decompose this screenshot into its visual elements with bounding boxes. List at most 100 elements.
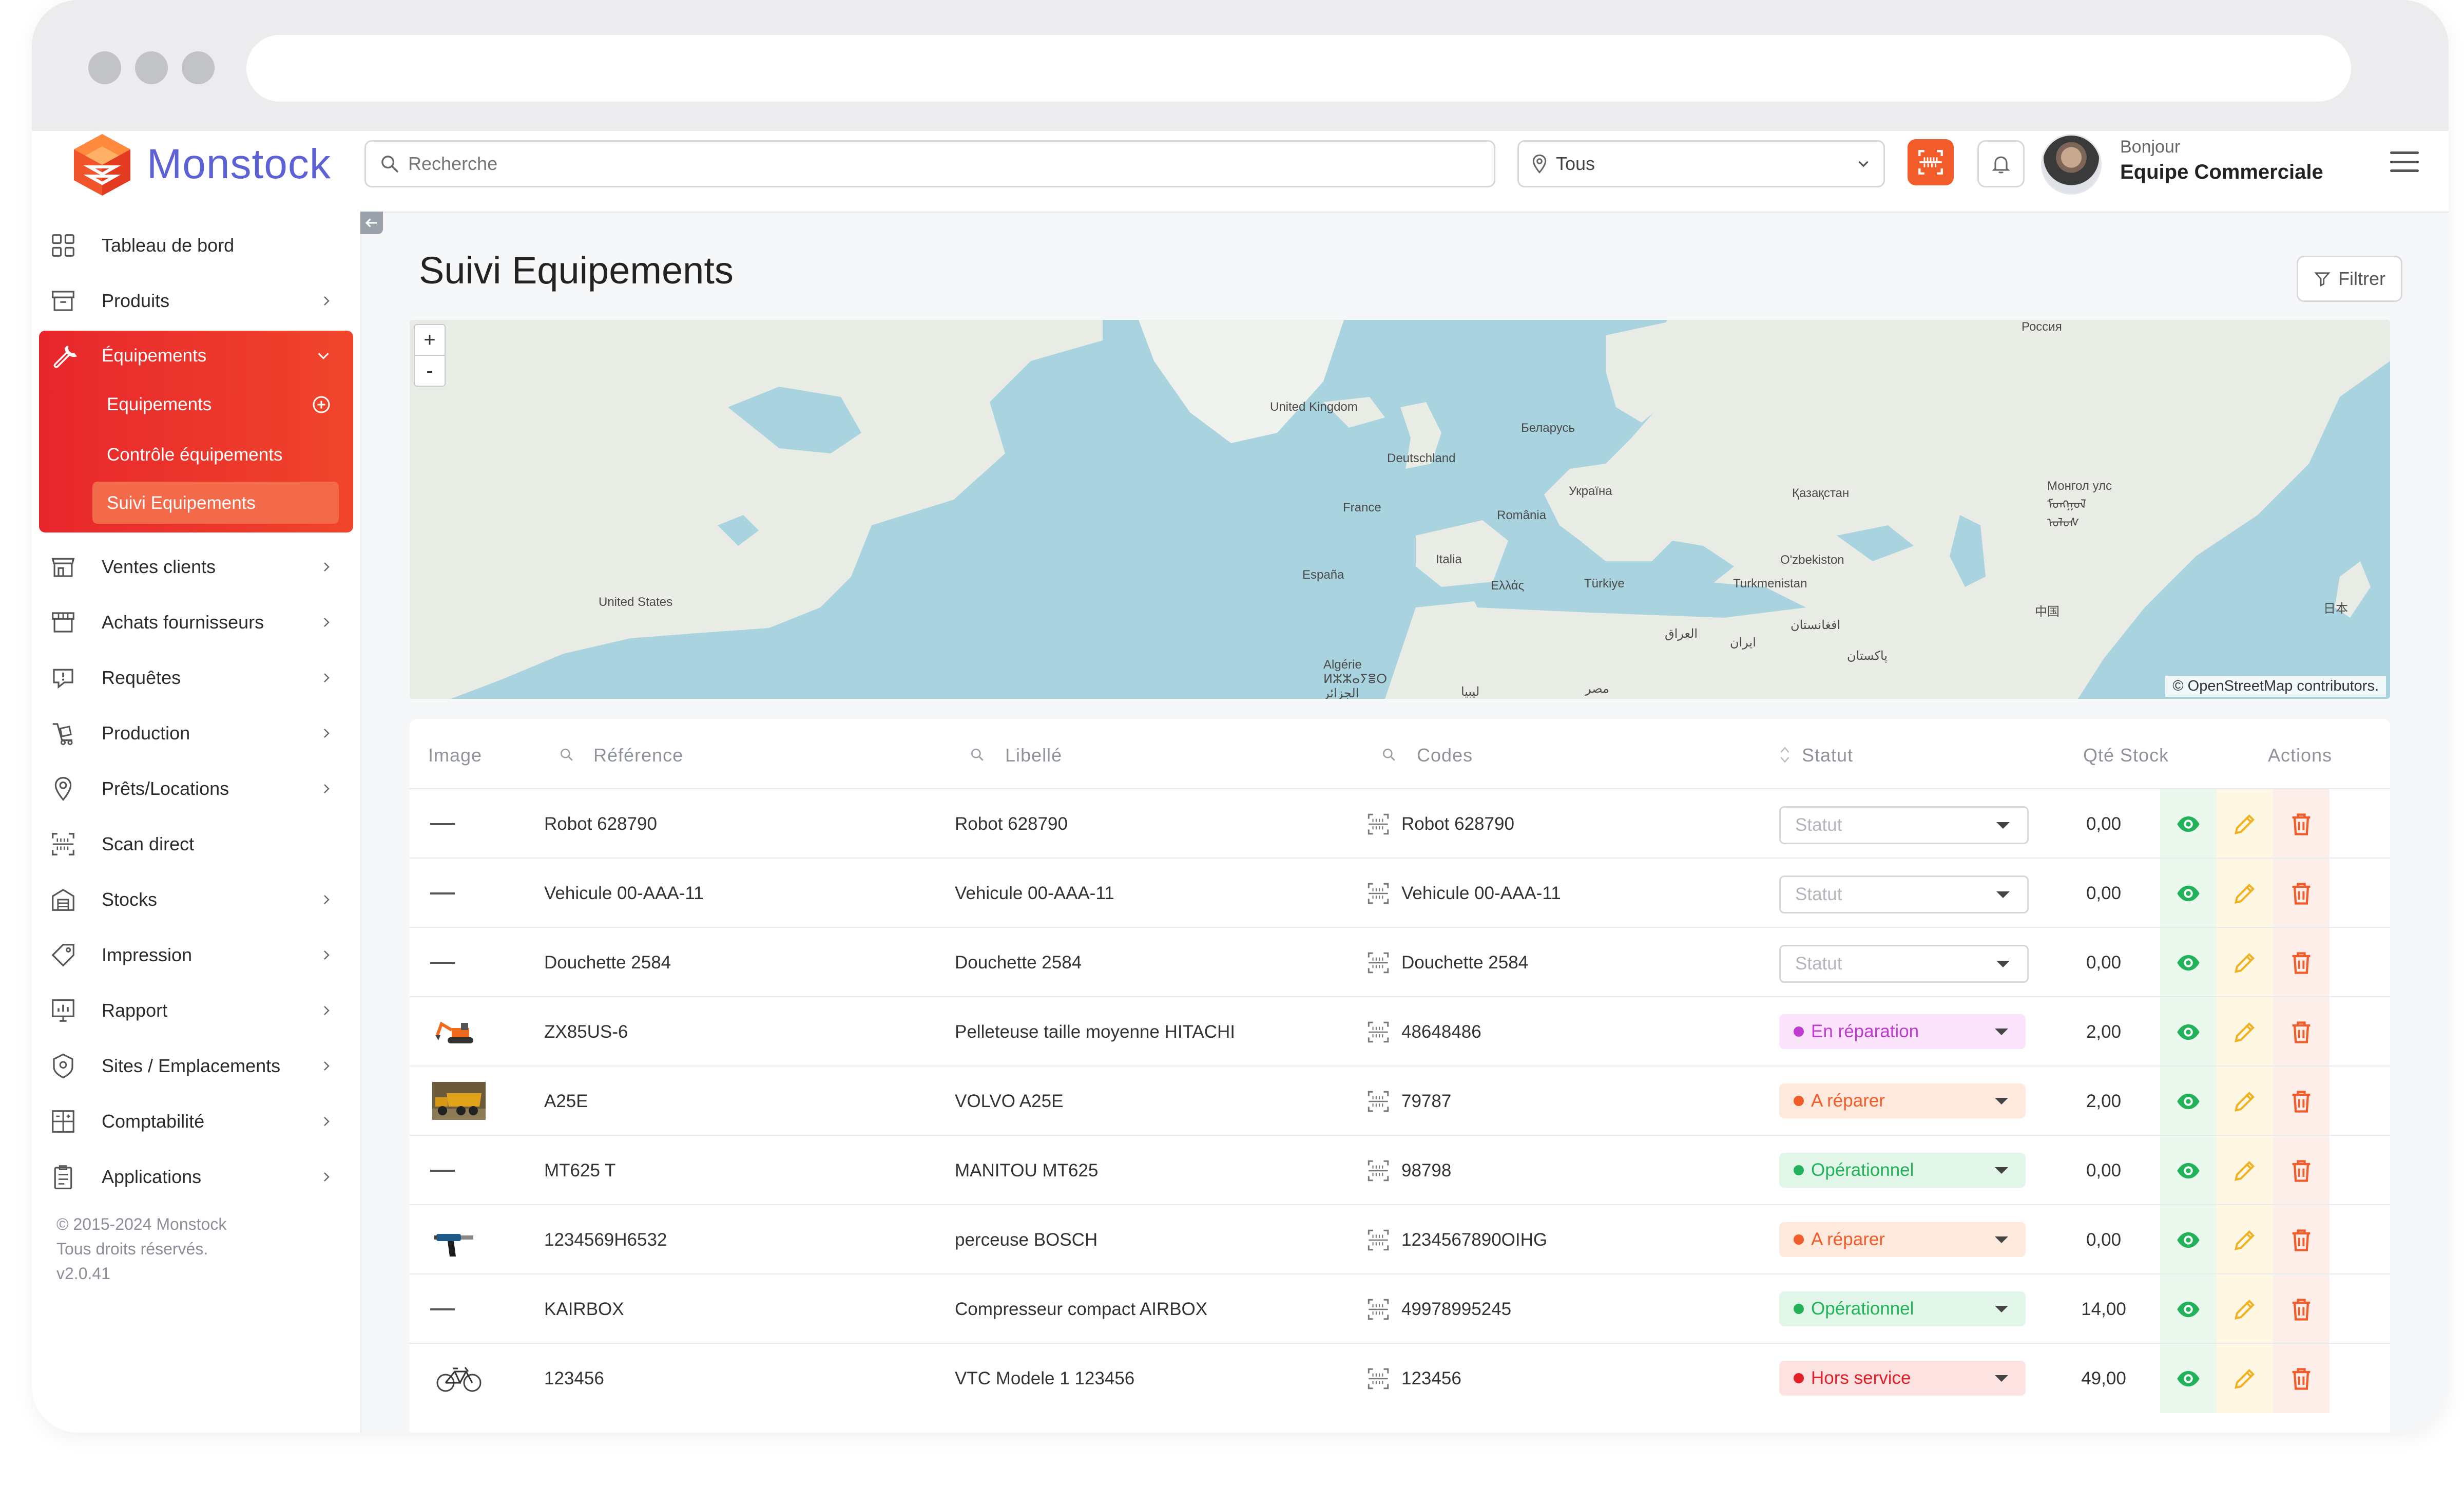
pencil-icon (2235, 814, 2255, 834)
sidebar-item-production[interactable]: Production (32, 708, 360, 759)
search-icon[interactable] (559, 747, 575, 763)
sidebar-item-achats-fournisseurs[interactable]: Achats fournisseurs (32, 597, 360, 648)
window-maximize-dot[interactable] (182, 51, 215, 84)
delete-button[interactable] (2273, 1274, 2330, 1344)
equipment-thumbnail[interactable] (432, 1221, 486, 1259)
filter-button[interactable]: Filtrer (2297, 256, 2402, 302)
menu-icon[interactable] (2390, 151, 2419, 172)
delete-button[interactable] (2273, 789, 2330, 859)
edit-button[interactable] (2217, 1274, 2273, 1344)
column-header-statut[interactable]: Statut (1802, 745, 1853, 766)
sidebar-item-label: Scan direct (102, 833, 195, 854)
sidebar-subitem-equipements[interactable]: Equipements (39, 383, 353, 426)
add-circle-icon[interactable] (311, 394, 332, 415)
table-row[interactable]: 1234569H6532 perceuse BOSCH 1234567890OIHG… (410, 1204, 2390, 1274)
edit-button[interactable] (2217, 928, 2273, 997)
location-select[interactable]: Tous (1517, 140, 1885, 187)
edit-button[interactable] (2217, 859, 2273, 928)
column-header-libelle[interactable]: Libellé (1005, 745, 1062, 766)
sort-icon[interactable] (1777, 745, 1793, 765)
equipment-thumbnail[interactable] (432, 1013, 486, 1051)
view-button[interactable] (2160, 997, 2217, 1067)
no-image-dash (430, 962, 455, 964)
window-close-dot[interactable] (88, 51, 121, 84)
map-label: France (1343, 501, 1381, 515)
search-box[interactable] (364, 140, 1495, 187)
status-select[interactable]: Opérationnel (1779, 1291, 2026, 1326)
column-header-reference[interactable]: Référence (593, 745, 683, 766)
view-button[interactable] (2160, 1205, 2217, 1274)
notifications-button[interactable] (1977, 140, 2025, 187)
view-button[interactable] (2160, 1344, 2217, 1413)
zoom-out-button[interactable]: - (415, 355, 445, 386)
sidebar-item-dashboard[interactable]: Tableau de bord (32, 220, 360, 271)
status-select[interactable]: En réparation (1779, 1014, 2026, 1049)
table-row[interactable]: Robot 628790 Robot 628790 Robot 628790 Stat… (410, 788, 2390, 859)
status-select[interactable]: A réparer (1779, 1083, 2026, 1118)
sidebar-item-comptabilite[interactable]: Comptabilité (32, 1096, 360, 1147)
sidebar-item-stocks[interactable]: Stocks (32, 874, 360, 925)
zoom-in-button[interactable]: + (415, 325, 445, 355)
window-minimize-dot[interactable] (135, 51, 168, 84)
status-select[interactable]: Statut (1779, 875, 2029, 913)
delete-button[interactable] (2273, 1136, 2330, 1205)
view-button[interactable] (2160, 1067, 2217, 1136)
view-button[interactable] (2160, 928, 2217, 997)
user-name[interactable]: Equipe Commerciale (2120, 161, 2323, 184)
sidebar-item-applications[interactable]: Applications (32, 1151, 360, 1203)
column-header-codes[interactable]: Codes (1417, 745, 1473, 766)
status-select[interactable]: Statut (1779, 806, 2029, 844)
delete-button[interactable] (2273, 859, 2330, 928)
sidebar-subitem-controle[interactable]: Contrôle équipements (39, 433, 353, 477)
trash-icon (2292, 1090, 2311, 1113)
status-select[interactable]: A réparer (1779, 1222, 2026, 1257)
view-button[interactable] (2160, 859, 2217, 928)
sidebar-item-products[interactable]: Produits (32, 275, 360, 327)
sidebar-item-ventes-clients[interactable]: Ventes clients (32, 541, 360, 593)
table-row[interactable]: Vehicule 00-AAA-11 Vehicule 00-AAA-11 Vehi… (410, 858, 2390, 928)
sidebar-item-scan-direct[interactable]: Scan direct (32, 818, 360, 870)
search-icon[interactable] (969, 747, 986, 763)
table-row[interactable]: 123456 VTC Modele 1 123456 123456 Hors serv… (410, 1343, 2390, 1413)
delete-button[interactable] (2273, 928, 2330, 997)
view-button[interactable] (2160, 1136, 2217, 1205)
table-row[interactable]: Douchette 2584 Douchette 2584 Douchette 25… (410, 927, 2390, 997)
status-select[interactable]: Statut (1779, 945, 2029, 983)
sidebar-item-impression[interactable]: Impression (32, 929, 360, 981)
status-select[interactable]: Opérationnel (1779, 1153, 2026, 1188)
edit-button[interactable] (2217, 1136, 2273, 1205)
sidebar-subitem-suivi[interactable]: Suivi Equipements (39, 482, 353, 525)
scan-button[interactable] (1908, 139, 1954, 185)
sidebar-item-rapport[interactable]: Rapport (32, 985, 360, 1036)
sidebar-item-requetes[interactable]: Requêtes (32, 652, 360, 703)
view-button[interactable] (2160, 789, 2217, 859)
delete-button[interactable] (2273, 1067, 2330, 1136)
edit-button[interactable] (2217, 789, 2273, 859)
search-input[interactable] (407, 153, 1436, 175)
map-attribution[interactable]: © OpenStreetMap contributors. (2165, 676, 2386, 697)
delete-button[interactable] (2273, 1205, 2330, 1274)
table-row[interactable]: KAIRBOX Compresseur compact AIRBOX 4997899… (410, 1273, 2390, 1344)
edit-button[interactable] (2217, 1205, 2273, 1274)
edit-button[interactable] (2217, 997, 2273, 1067)
sidebar-collapse-button[interactable] (360, 212, 383, 234)
equipment-thumbnail[interactable] (432, 1082, 486, 1120)
sidebar-item-equipements[interactable]: Équipements (39, 333, 353, 379)
search-icon[interactable] (1381, 747, 1397, 763)
edit-button[interactable] (2217, 1344, 2273, 1413)
sidebar-item-prets-locations[interactable]: Prêts/Locations (32, 763, 360, 814)
equipment-map[interactable]: + - Россия United Kingdom Беларусь Deuts… (410, 320, 2390, 699)
sidebar-item-sites[interactable]: Sites / Emplacements (32, 1040, 360, 1092)
table-row[interactable]: A25E VOLVO A25E 79787 A réparer 2,00 (410, 1065, 2390, 1136)
delete-button[interactable] (2273, 997, 2330, 1067)
avatar[interactable] (2041, 134, 2102, 195)
edit-button[interactable] (2217, 1067, 2273, 1136)
table-row[interactable]: MT625 T MANITOU MT625 98798 Opérationnel 0,0… (410, 1135, 2390, 1205)
address-bar[interactable] (246, 35, 2351, 102)
view-button[interactable] (2160, 1274, 2217, 1344)
delete-button[interactable] (2273, 1344, 2330, 1413)
table-row[interactable]: ZX85US-6 Pelleteuse taille moyenne HITACH… (410, 996, 2390, 1067)
equipment-thumbnail[interactable] (432, 1359, 486, 1397)
status-select[interactable]: Hors service (1779, 1361, 2026, 1396)
logo[interactable]: Monstock (69, 131, 331, 198)
